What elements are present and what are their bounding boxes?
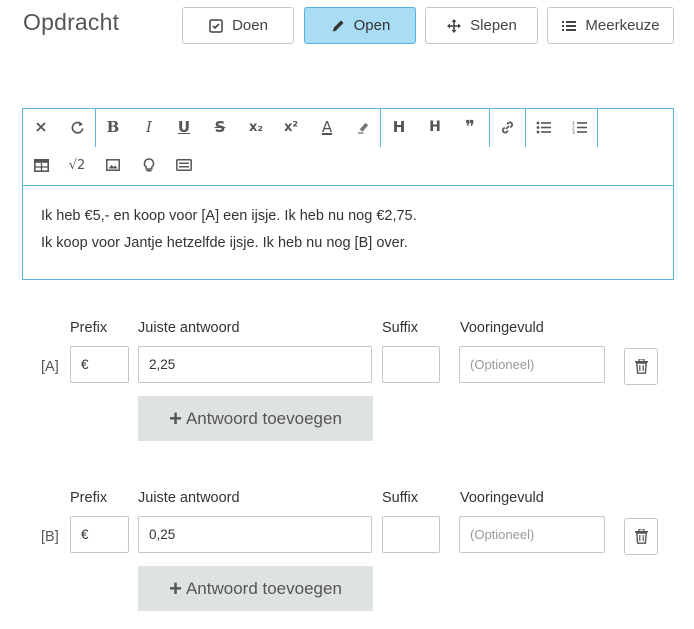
trash-icon: [634, 359, 648, 374]
editor-content[interactable]: Ik heb €5,- en koop voor [A] een ijsje. …: [41, 203, 417, 257]
lightbulb-icon[interactable]: [134, 150, 164, 180]
gap-tag: [B]: [41, 529, 59, 545]
add-answer-button[interactable]: + Antwoord toevoegen: [138, 566, 373, 611]
plus-icon: +: [169, 405, 182, 431]
page-title: Opdracht: [23, 9, 120, 35]
bold-icon[interactable]: B: [98, 112, 128, 142]
link-icon[interactable]: [492, 112, 522, 142]
numbered-list-icon[interactable]: 123: [564, 112, 594, 142]
table-icon[interactable]: [26, 150, 56, 180]
gap-icon[interactable]: [169, 150, 199, 180]
correct-answer-label: Juiste antwoord: [138, 490, 240, 506]
heading-icon[interactable]: H: [384, 112, 414, 142]
add-answer-label: Antwoord toevoegen: [185, 578, 342, 598]
gap-tag: [A]: [41, 359, 59, 375]
image-icon[interactable]: [98, 150, 128, 180]
add-answer-button[interactable]: + Antwoord toevoegen: [138, 396, 373, 441]
superscript-icon[interactable]: x²: [276, 112, 306, 142]
move-icon: [447, 18, 462, 33]
underline-icon[interactable]: U: [169, 112, 199, 142]
suffix-label: Suffix: [382, 490, 419, 506]
prefix-input[interactable]: €: [70, 346, 129, 383]
trash-icon: [634, 529, 648, 544]
prefilled-input[interactable]: (Optioneel): [459, 516, 605, 553]
mode-doen-button[interactable]: Doen: [182, 7, 294, 44]
strikethrough-icon[interactable]: S: [205, 112, 235, 142]
mode-doen-label: Doen: [232, 17, 268, 34]
mode-open-label: Open: [353, 17, 391, 34]
rich-text-editor[interactable]: B I U S x₂ x² A H H ❞ 123 √2 Ik heb €5,-…: [22, 108, 674, 280]
delete-button[interactable]: [624, 348, 658, 385]
heading-2-icon[interactable]: H: [420, 112, 450, 142]
highlight-icon[interactable]: [348, 112, 378, 142]
list-icon: [562, 20, 577, 31]
quote-icon[interactable]: ❞: [455, 112, 485, 142]
suffix-input[interactable]: [382, 346, 440, 383]
prefix-label: Prefix: [70, 320, 108, 336]
correct-answer-input[interactable]: 0,25: [138, 516, 372, 553]
subscript-icon[interactable]: x₂: [241, 112, 271, 142]
mode-open-button[interactable]: Open: [304, 7, 416, 44]
editor-line: Ik heb €5,- en koop voor [A] een ijsje. …: [41, 208, 417, 224]
font-color-icon[interactable]: A: [312, 112, 342, 142]
bullet-list-icon[interactable]: [528, 112, 558, 142]
mode-meerkeuze-label: Meerkeuze: [585, 17, 660, 34]
prefilled-label: Vooringevuld: [460, 320, 544, 336]
mode-slepen-label: Slepen: [470, 17, 517, 34]
italic-icon[interactable]: I: [134, 112, 164, 142]
sqrt-icon[interactable]: √2: [62, 150, 92, 180]
suffix-input[interactable]: [382, 516, 440, 553]
correct-answer-input[interactable]: 2,25: [138, 346, 372, 383]
delete-button[interactable]: [624, 518, 658, 555]
checkbox-icon: [209, 18, 223, 33]
pencil-icon: [332, 20, 344, 31]
prefix-input[interactable]: €: [70, 516, 129, 553]
editor-toolbar: B I U S x₂ x² A H H ❞ 123 √2: [23, 109, 673, 186]
clear-format-icon[interactable]: [26, 112, 56, 142]
prefilled-label: Vooringevuld: [460, 490, 544, 506]
prefix-label: Prefix: [70, 490, 108, 506]
plus-icon: +: [169, 575, 182, 601]
add-answer-label: Antwoord toevoegen: [185, 408, 342, 428]
mode-meerkeuze-button[interactable]: Meerkeuze: [547, 7, 674, 44]
suffix-label: Suffix: [382, 320, 419, 336]
redo-icon[interactable]: [62, 112, 92, 142]
correct-answer-label: Juiste antwoord: [138, 320, 240, 336]
editor-line: Ik koop voor Jantje hetzelfde ijsje. Ik …: [41, 235, 408, 251]
svg-text:3: 3: [572, 130, 575, 134]
mode-slepen-button[interactable]: Slepen: [425, 7, 538, 44]
prefilled-input[interactable]: (Optioneel): [459, 346, 605, 383]
